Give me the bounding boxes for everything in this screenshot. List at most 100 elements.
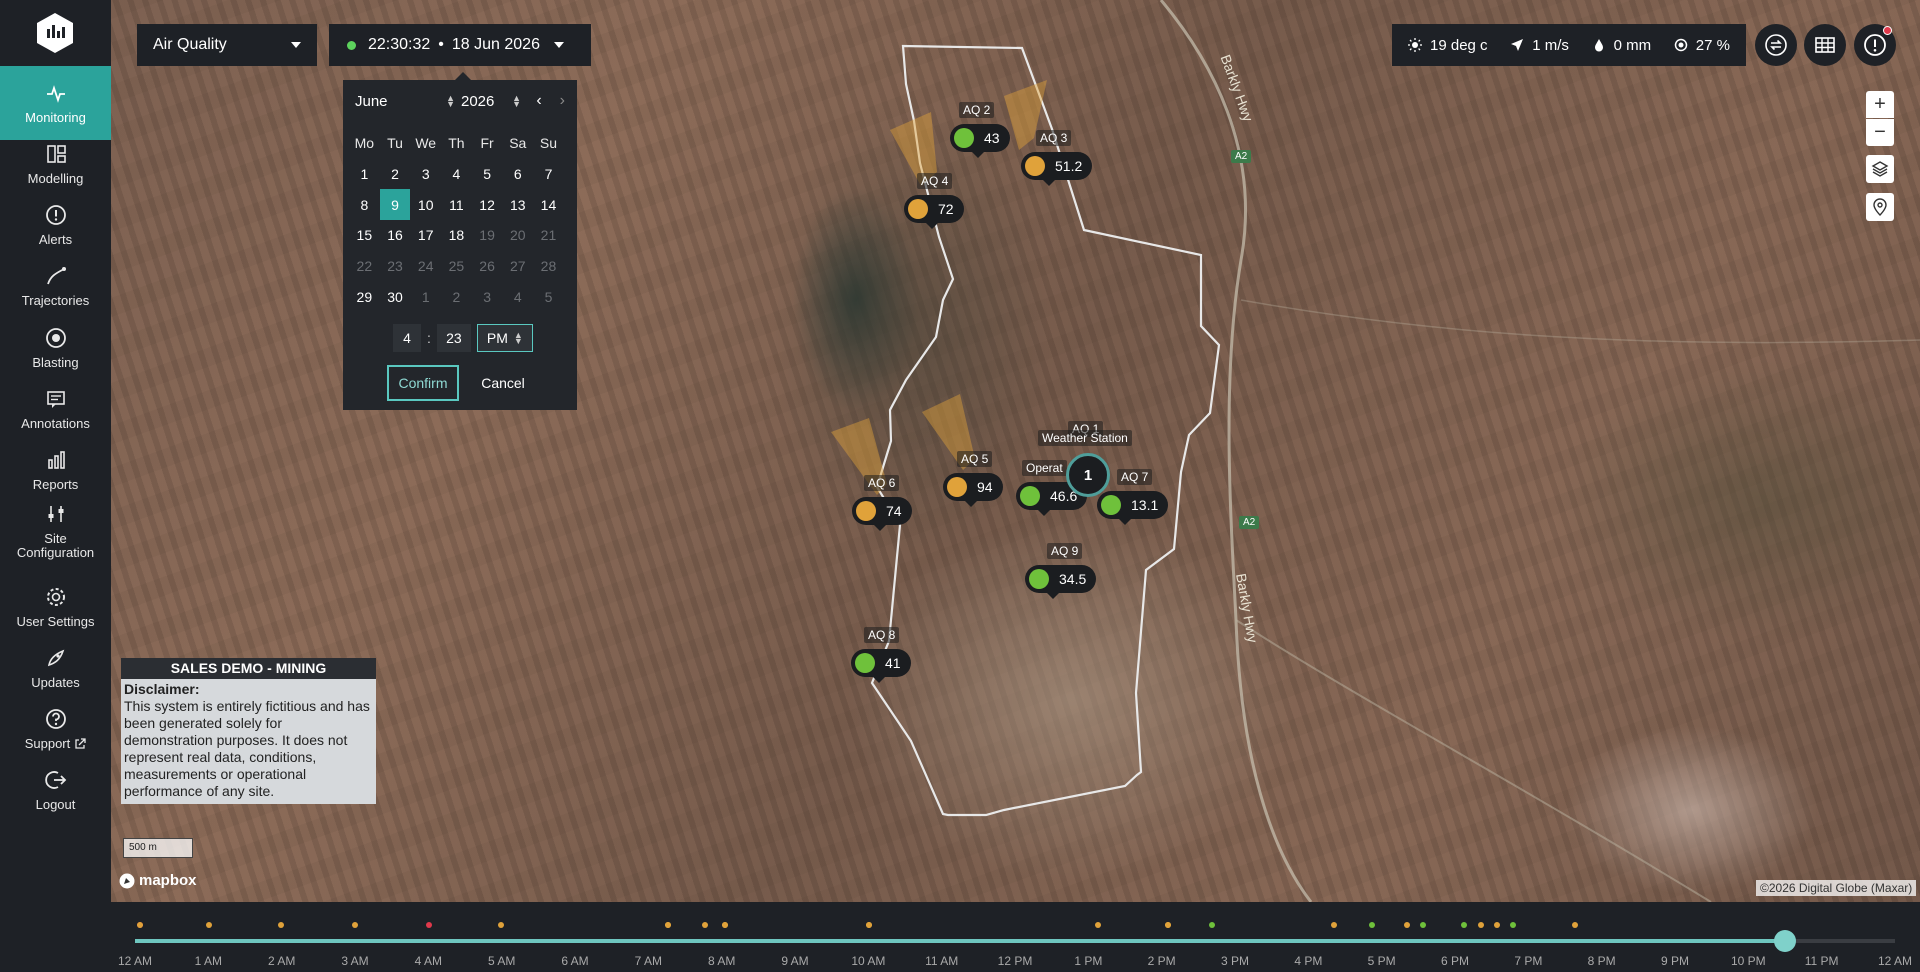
calendar-day: 20 <box>509 227 526 244</box>
map-layers-button[interactable] <box>1866 155 1894 183</box>
calendar-day[interactable]: 8 <box>349 189 380 220</box>
timeline-event-marker[interactable] <box>1510 922 1517 928</box>
calendar-day[interactable]: 3 <box>410 159 441 190</box>
calendar-day[interactable]: 15 <box>349 220 380 251</box>
calendar-day[interactable]: 7 <box>533 159 564 190</box>
timeline-event-marker[interactable] <box>1404 922 1411 928</box>
aq-marker-aq2[interactable]: 43 <box>950 124 1010 158</box>
alert-notifications-button[interactable] <box>1854 24 1896 66</box>
timeline-event-marker[interactable] <box>137 922 144 928</box>
sidebar-item-label: Support <box>24 735 71 751</box>
app-logo-icon[interactable] <box>36 12 74 54</box>
calendar-day[interactable]: 14 <box>533 189 564 220</box>
timeline-tick-label: 3 PM <box>1220 954 1250 968</box>
aq-marker-aq3[interactable]: 51.2 <box>1021 152 1093 186</box>
layer-dropdown-value: Air Quality <box>153 36 227 53</box>
sidebar-item-site-configuration[interactable]: Site Configuration <box>0 494 111 568</box>
mapbox-logo[interactable]: mapbox <box>119 872 197 889</box>
timeline-event-marker[interactable] <box>865 922 872 928</box>
marker-value: 94 <box>977 479 993 495</box>
weekday-header: Fr <box>480 135 494 152</box>
timeline-event-marker[interactable] <box>1165 922 1172 928</box>
timeline-event-marker[interactable] <box>721 922 728 928</box>
timeline-handle[interactable] <box>1774 930 1796 952</box>
timeline-event-marker[interactable] <box>425 922 432 928</box>
calendar-day[interactable]: 18 <box>441 220 472 251</box>
timeline-event-marker[interactable] <box>1369 922 1376 928</box>
aq-marker-aq4[interactable]: 72 <box>904 195 964 229</box>
timeline-event-marker[interactable] <box>1460 922 1467 928</box>
timeline-event-marker[interactable] <box>498 922 505 928</box>
weekday-header: Mo <box>354 135 375 152</box>
marker-label-aq2: AQ 2 <box>959 102 995 118</box>
year-select[interactable]: 2026 ▲ ▼ <box>461 93 521 110</box>
timeline-event-marker[interactable] <box>1209 922 1216 928</box>
timeline-event-marker[interactable] <box>1571 922 1578 928</box>
calendar-day: 22 <box>356 258 373 275</box>
aq-marker-aq7[interactable]: 13.1 <box>1097 491 1169 525</box>
datetime-dropdown[interactable]: 22:30:32 • 18 Jun 2026 <box>329 24 591 66</box>
hour-input[interactable]: 4 <box>393 324 421 352</box>
zoom-in-button[interactable]: + <box>1866 91 1894 118</box>
timeline-event-marker[interactable] <box>278 922 285 928</box>
aq-marker-aq5[interactable]: 94 <box>943 473 1003 507</box>
marker-label-aq5: AQ 5 <box>957 451 993 467</box>
swap-arrows-icon <box>1765 34 1787 56</box>
timeline-event-marker[interactable] <box>1330 922 1337 928</box>
calendar-day[interactable]: 5 <box>472 159 503 190</box>
reports-icon <box>47 450 65 469</box>
calendar-day[interactable]: 2 <box>380 159 411 190</box>
calendar-day[interactable]: 12 <box>472 189 503 220</box>
compare-button[interactable] <box>1755 24 1797 66</box>
calendar-day[interactable]: 11 <box>441 189 472 220</box>
month-select[interactable]: June ▲ ▼ <box>355 93 455 110</box>
timeline-event-marker[interactable] <box>1094 922 1101 928</box>
layer-dropdown[interactable]: Air Quality <box>137 24 317 66</box>
calendar-day[interactable]: 13 <box>502 189 533 220</box>
timeline-tick-label: 5 AM <box>487 954 516 968</box>
marker-value: 34.5 <box>1059 571 1087 587</box>
sidebar-item-label: Updates <box>31 674 80 690</box>
cancel-button[interactable]: Cancel <box>467 365 539 401</box>
calendar-day: 4 <box>513 288 522 305</box>
timeline-event-marker[interactable] <box>702 922 709 928</box>
cluster-marker[interactable]: 1 <box>1066 453 1110 497</box>
locate-button[interactable] <box>1866 193 1894 221</box>
grid-view-button[interactable] <box>1804 24 1846 66</box>
minute-input[interactable]: 23 <box>436 324 471 352</box>
timeline-slider[interactable]: 12 AM 1 AM 2 AM 3 AM 4 AM 5 AM 6 AM 7 AM 8 AM 9 A… <box>111 902 1920 972</box>
calendar-day[interactable]: 6 <box>502 159 533 190</box>
timeline-event-marker[interactable] <box>352 922 358 928</box>
sidebar-item-logout[interactable]: Logout <box>0 753 111 827</box>
calendar-day[interactable]: 1 <box>349 159 380 190</box>
calendar-day-selected[interactable]: 9 <box>379 189 411 221</box>
timeline-event-marker[interactable] <box>1478 922 1485 928</box>
calendar-day[interactable]: 4 <box>441 159 472 190</box>
calendar-grid: Mo Tu We Th Fr Sa Su 1 2 3 4 5 6 7 8 9 10 11 12 13 14 15 16 17 1… <box>349 128 571 312</box>
sidebar-item-label: Alerts <box>38 231 73 247</box>
calendar-day[interactable]: 17 <box>410 220 441 251</box>
timeline-event-marker[interactable] <box>665 922 672 928</box>
aq-marker-aq8[interactable]: 41 <box>851 649 911 683</box>
prev-month-chevron-icon[interactable]: ‹ <box>536 92 541 110</box>
calendar-day[interactable]: 30 <box>380 281 411 312</box>
timeline-event-marker[interactable] <box>1420 922 1427 928</box>
disclaimer-panel: SALES DEMO - MINING Disclaimer: This sys… <box>121 658 376 804</box>
confirm-button[interactable]: Confirm <box>387 365 459 401</box>
calendar-day[interactable]: 29 <box>349 281 380 312</box>
calendar-day[interactable]: 10 <box>410 189 441 220</box>
marker-value: 72 <box>938 201 954 217</box>
modelling-icon <box>46 144 66 163</box>
up-down-arrows-icon: ▲ ▼ <box>512 93 521 109</box>
aq-marker-aq9[interactable]: 34.5 <box>1025 565 1097 599</box>
calendar-day[interactable]: 16 <box>380 220 411 251</box>
zoom-out-button[interactable]: − <box>1866 119 1894 146</box>
aq-marker-aq6[interactable]: 74 <box>852 497 912 531</box>
map-attribution[interactable]: ©2026 Digital Globe (Maxar) <box>1756 880 1917 896</box>
timeline-event-marker[interactable] <box>1494 922 1501 928</box>
weekday-header: Tu <box>387 135 403 152</box>
ampm-select[interactable]: PM ▲ ▼ <box>476 324 533 352</box>
timeline-event-marker[interactable] <box>205 922 212 928</box>
timeline-tick-label: 4 AM <box>414 954 443 968</box>
next-month-chevron-icon[interactable]: › <box>560 92 565 110</box>
